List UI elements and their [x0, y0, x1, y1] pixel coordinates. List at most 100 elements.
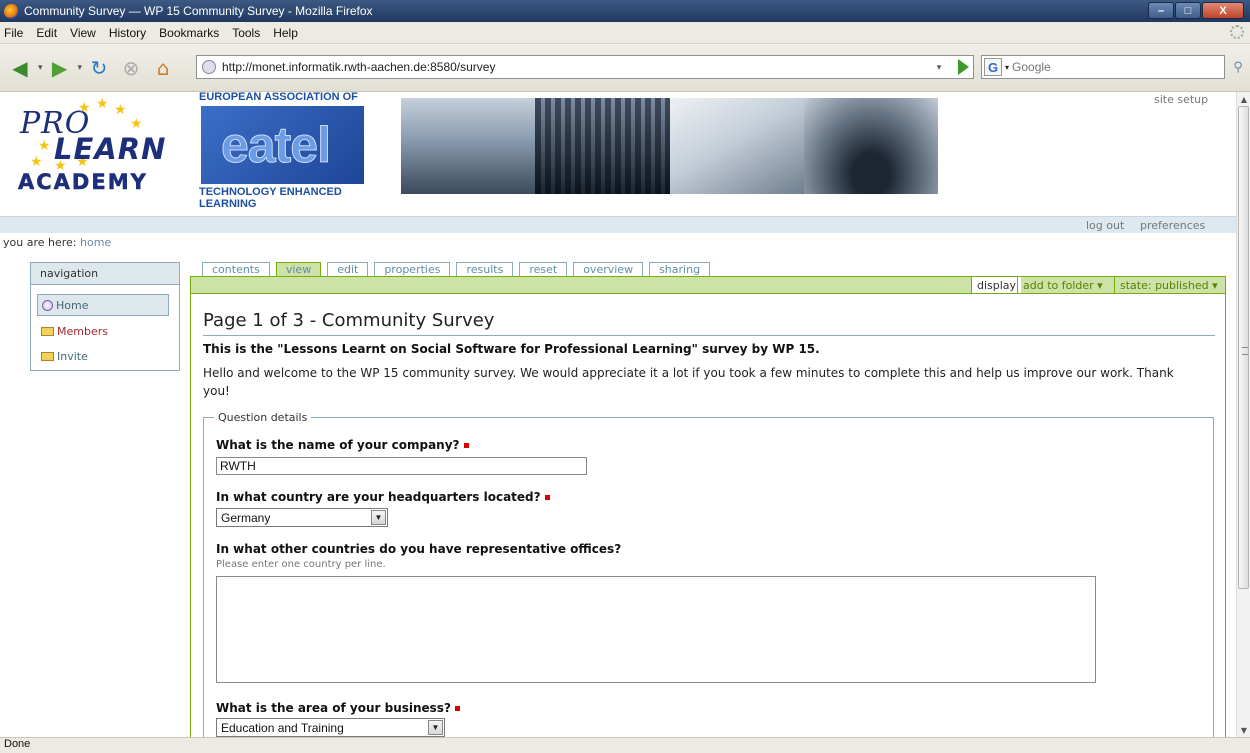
- company-question: What is the name of your company?: [216, 438, 469, 452]
- eatel-bottom-text: TECHNOLOGY ENHANCED LEARNING: [199, 186, 342, 210]
- star-icon: ★: [78, 100, 91, 116]
- tab-overview[interactable]: overview: [573, 262, 644, 276]
- logout-link[interactable]: log out: [1086, 219, 1124, 232]
- menu-tools[interactable]: Tools: [232, 26, 260, 40]
- star-icon: ★: [130, 116, 143, 132]
- prolearn-academy-logo[interactable]: PRO ★ ★ ★ ★ ★ ★ ★ ★ LEARN ACADEMY: [18, 96, 193, 200]
- navigation-toolbar: ◀ ▾ ▶ ▾ ↻ ⊗ ⌂ http://monet.informatik.rw…: [0, 44, 1250, 92]
- required-marker-icon: [454, 706, 460, 711]
- go-arrow-icon[interactable]: [958, 59, 969, 75]
- window-controls: – □ X: [1148, 2, 1244, 19]
- window-titlebar: Community Survey — WP 15 Community Surve…: [0, 0, 1250, 22]
- menu-view[interactable]: View: [70, 26, 96, 40]
- preferences-link[interactable]: preferences: [1140, 219, 1205, 232]
- search-magnifier-icon[interactable]: ⚲: [1229, 56, 1247, 78]
- main-content: Page 1 of 3 - Community Survey This is t…: [190, 294, 1226, 737]
- business-area-select[interactable]: Education and Training ▼: [216, 718, 445, 737]
- headquarters-label: In what country are your headquarters lo…: [216, 490, 541, 504]
- search-box[interactable]: G ▾: [981, 55, 1225, 79]
- question-details-fieldset: Question details What is the name of you…: [203, 411, 1214, 737]
- menu-file[interactable]: File: [4, 26, 23, 40]
- url-text[interactable]: http://monet.informatik.rwth-aachen.de:8…: [222, 60, 495, 74]
- star-icon: ★: [38, 138, 51, 154]
- site-setup-link[interactable]: site setup: [1154, 93, 1208, 106]
- eatel-logo[interactable]: EUROPEAN ASSOCIATION OF eatel TECHNOLOGY…: [197, 92, 392, 210]
- offices-textarea[interactable]: [216, 576, 1096, 683]
- scroll-up-icon[interactable]: ▲: [1237, 92, 1250, 106]
- tab-reset[interactable]: reset: [519, 262, 568, 276]
- search-engine-icon[interactable]: G: [984, 58, 1002, 76]
- nav-item-label: Home: [56, 298, 89, 312]
- chevron-down-icon[interactable]: ▼: [428, 720, 443, 735]
- page-title: Page 1 of 3 - Community Survey: [203, 310, 495, 331]
- folder-icon: [41, 351, 54, 361]
- display-menu[interactable]: display: [971, 277, 1022, 293]
- fieldset-legend: Question details: [218, 411, 308, 424]
- search-input[interactable]: [1012, 60, 1203, 74]
- intro-text: Hello and welcome to the WP 15 community…: [203, 366, 1174, 398]
- url-dropdown-icon[interactable]: ▾: [931, 58, 947, 76]
- forward-history-dropdown-icon[interactable]: ▾: [78, 63, 83, 73]
- breadcrumb-home-link[interactable]: home: [80, 236, 111, 249]
- company-name-input[interactable]: RWTH: [216, 457, 587, 475]
- header-photo: [535, 98, 670, 194]
- header-photo: [669, 98, 804, 194]
- state-menu[interactable]: state: published ▾: [1114, 277, 1223, 293]
- select-value: Germany: [221, 510, 271, 525]
- offices-question: In what other countries do you have repr…: [216, 542, 621, 556]
- offices-help-text: Please enter one country per line.: [216, 559, 386, 570]
- maximize-button[interactable]: □: [1175, 2, 1201, 19]
- star-icon: ★: [96, 96, 109, 112]
- tab-results[interactable]: results: [456, 262, 514, 276]
- menu-history[interactable]: History: [109, 26, 146, 40]
- chevron-down-icon[interactable]: ▼: [371, 510, 386, 525]
- address-bar[interactable]: http://monet.informatik.rwth-aachen.de:8…: [196, 55, 974, 79]
- eatel-block: eatel: [201, 106, 364, 184]
- menu-bar: File Edit View History Bookmarks Tools H…: [0, 22, 1250, 44]
- nav-item-members[interactable]: Members: [37, 320, 169, 342]
- nav-item-invite[interactable]: Invite: [37, 345, 169, 367]
- header-photo: [401, 98, 536, 194]
- minimize-button[interactable]: –: [1148, 2, 1174, 19]
- title-divider: [203, 335, 1215, 336]
- back-arrow-icon[interactable]: ◀: [6, 54, 34, 82]
- forward-arrow-icon[interactable]: ▶: [46, 54, 74, 82]
- header-photo: [803, 98, 938, 194]
- breadcrumb-prefix: you are here:: [3, 236, 77, 249]
- offices-label: In what other countries do you have repr…: [216, 542, 622, 556]
- search-engine-dropdown-icon[interactable]: ▾: [1005, 63, 1009, 72]
- required-marker-icon: [544, 495, 550, 500]
- tab-sharing[interactable]: sharing: [649, 262, 711, 276]
- grip-icon: [1242, 347, 1248, 355]
- add-to-folder-menu[interactable]: add to folder ▾: [1017, 277, 1108, 293]
- page-description: This is the "Lessons Learnt on Social So…: [203, 342, 820, 356]
- menu-edit[interactable]: Edit: [36, 26, 57, 40]
- tab-contents[interactable]: contents: [202, 262, 270, 276]
- business-area-question: What is the area of your business?: [216, 701, 460, 715]
- logo-academy-text: ACADEMY: [18, 170, 148, 195]
- site-identity-icon[interactable]: [202, 60, 216, 74]
- stop-icon[interactable]: ⊗: [117, 54, 145, 82]
- back-history-dropdown-icon[interactable]: ▾: [38, 63, 43, 73]
- menu-help[interactable]: Help: [273, 26, 298, 40]
- navigation-portlet: navigation Home Members Invite: [30, 262, 180, 371]
- tab-view[interactable]: view: [275, 262, 322, 276]
- vertical-scrollbar[interactable]: ▲ ▼: [1236, 92, 1250, 737]
- throbber-icon: [1230, 25, 1244, 39]
- home-icon[interactable]: ⌂: [149, 54, 177, 82]
- close-button[interactable]: X: [1202, 2, 1244, 19]
- scroll-down-icon[interactable]: ▼: [1237, 723, 1250, 737]
- scrollbar-thumb[interactable]: [1238, 106, 1249, 589]
- firefox-icon: [4, 3, 19, 19]
- status-bar: Done: [0, 737, 1250, 753]
- content-actions-bar: display add to folder ▾ state: published…: [190, 276, 1226, 294]
- nav-item-home[interactable]: Home: [37, 294, 169, 316]
- status-text: Done: [4, 738, 31, 750]
- tab-properties[interactable]: properties: [374, 262, 451, 276]
- logo-learn-text: LEARN: [54, 132, 167, 166]
- tab-edit[interactable]: edit: [327, 262, 369, 276]
- headquarters-country-select[interactable]: Germany ▼: [216, 508, 388, 527]
- page-viewport: PRO ★ ★ ★ ★ ★ ★ ★ ★ LEARN ACADEMY EUROPE…: [0, 92, 1236, 737]
- reload-icon[interactable]: ↻: [85, 54, 113, 82]
- menu-bookmarks[interactable]: Bookmarks: [159, 26, 219, 40]
